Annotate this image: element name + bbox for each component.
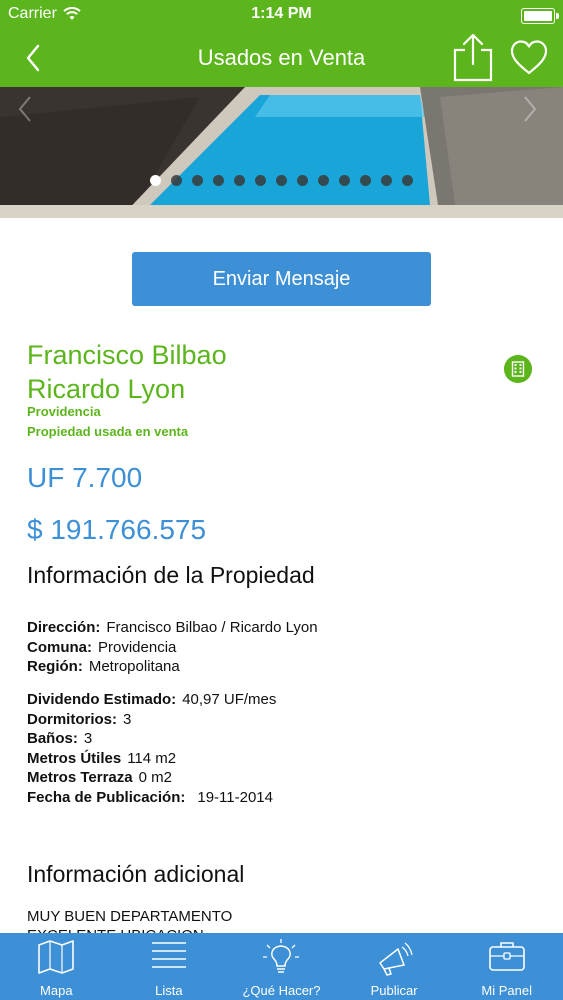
carousel-dot[interactable] xyxy=(297,175,308,186)
info-value: 3 xyxy=(123,711,132,728)
info-label: Fecha de Publicación: xyxy=(27,789,186,806)
carousel-dot[interactable] xyxy=(171,175,182,186)
carousel-dot[interactable] xyxy=(213,175,224,186)
megaphone-icon xyxy=(379,942,413,976)
info-row: Dirección: Francisco Bilbao / Ricardo Lyo… xyxy=(27,619,318,636)
carousel-dot[interactable] xyxy=(381,175,392,186)
tab-label: Mapa xyxy=(40,983,73,998)
info-value: 19-11-2014 xyxy=(197,789,273,806)
info-row: Baños: 3 xyxy=(27,730,92,747)
info-value: 0 m2 xyxy=(138,769,172,786)
info-value: 114 m2 xyxy=(127,750,177,767)
price-uf: UF 7.700 xyxy=(27,462,143,493)
additional-info-title: Información adicional xyxy=(27,861,245,887)
info-label: Baños: xyxy=(27,730,78,747)
info-label: Dirección: xyxy=(27,619,101,636)
status-bar: Carrier 1:14 PM xyxy=(0,0,563,30)
info-label: Metros Terraza xyxy=(27,769,133,786)
info-row: Comuna: Providencia xyxy=(27,639,176,656)
lightbulb-icon xyxy=(263,939,300,973)
tab-mi-panel[interactable]: Mi Panel xyxy=(450,933,563,1000)
share-icon[interactable] xyxy=(449,32,497,82)
nav-bar: Usados en Venta xyxy=(0,30,563,87)
briefcase-icon xyxy=(488,942,525,971)
tab-label: ¿Qué Hacer? xyxy=(242,983,321,998)
carousel-dot[interactable] xyxy=(276,175,287,186)
carousel-page-dots[interactable] xyxy=(0,175,563,186)
info-label: Comuna: xyxy=(27,639,92,656)
info-value: 40,97 UF/mes xyxy=(182,691,277,708)
carousel-dot[interactable] xyxy=(339,175,350,186)
info-value: Francisco Bilbao / Ricardo Lyon xyxy=(106,619,318,636)
tab-que-hacer[interactable]: ¿Qué Hacer? xyxy=(225,933,338,1000)
address-line-1: Francisco Bilbao xyxy=(27,340,227,370)
tab-label: Publicar xyxy=(370,983,418,998)
carousel-dot[interactable] xyxy=(150,175,161,186)
tab-label: Lista xyxy=(155,983,183,998)
info-label: Metros Útiles xyxy=(27,750,122,767)
list-icon xyxy=(151,942,186,968)
info-row: Dividendo Estimado: 40,97 UF/mes xyxy=(27,691,276,708)
tab-lista[interactable]: Lista xyxy=(113,933,226,1000)
tab-publicar[interactable]: Publicar xyxy=(338,933,451,1000)
info-row: Región: Metropolitana xyxy=(27,658,180,675)
carousel-dot[interactable] xyxy=(234,175,245,186)
info-label: Dormitorios: xyxy=(27,711,117,728)
battery-icon xyxy=(521,8,559,24)
status-time: 1:14 PM xyxy=(251,5,312,22)
map-icon xyxy=(38,940,75,974)
tab-mapa[interactable]: Mapa xyxy=(0,933,113,1000)
property-address: Francisco Bilbao Ricardo Lyon xyxy=(27,338,227,406)
info-label: Dividendo Estimado: xyxy=(27,691,177,708)
address-line-2: Ricardo Lyon xyxy=(27,374,186,404)
info-row: Metros Terraza 0 m2 xyxy=(27,769,172,786)
building-icon[interactable] xyxy=(504,355,532,383)
favorite-heart-icon[interactable] xyxy=(508,38,550,78)
info-value: 3 xyxy=(83,730,93,747)
info-row: Dormitorios: 3 xyxy=(27,711,131,728)
info-label: Región: xyxy=(27,658,83,675)
info-row: Fecha de Publicación: 19-11-2014 xyxy=(27,789,273,806)
carousel-dot[interactable] xyxy=(255,175,266,186)
info-value: Providencia xyxy=(98,639,177,656)
property-info-title: Información de la Propiedad xyxy=(27,562,315,588)
info-value: Metropolitana xyxy=(88,658,180,675)
property-type: Propiedad usada en venta xyxy=(27,424,189,439)
tab-bar: Mapa Lista ¿Qué Hacer? Publicar Mi Panel xyxy=(0,933,563,1000)
price-clp: $ 191.766.575 xyxy=(27,514,207,545)
tab-label: Mi Panel xyxy=(481,983,532,998)
top-bar: Carrier 1:14 PM Usados en Venta xyxy=(0,0,563,87)
send-message-button[interactable]: Enviar Mensaje xyxy=(132,252,431,306)
property-photo[interactable] xyxy=(0,87,563,218)
carousel-dot[interactable] xyxy=(318,175,329,186)
carousel-dot[interactable] xyxy=(360,175,371,186)
property-comuna: Providencia xyxy=(27,404,101,419)
additional-line-1: MUY BUEN DEPARTAMENTO xyxy=(27,908,233,925)
carousel-dot[interactable] xyxy=(402,175,413,186)
info-row: Metros Útiles 114 m2 xyxy=(27,750,176,767)
carousel-dot[interactable] xyxy=(192,175,203,186)
